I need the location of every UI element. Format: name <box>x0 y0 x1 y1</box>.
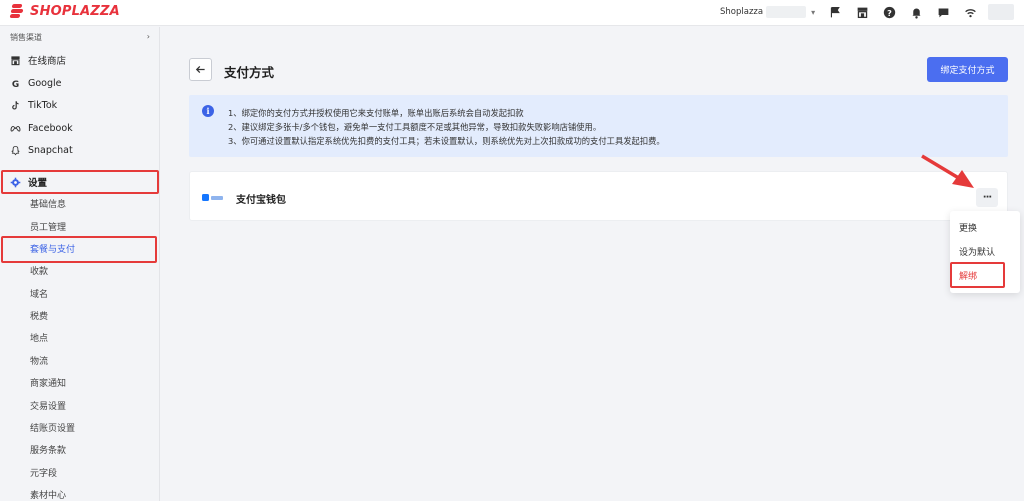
wifi-icon[interactable] <box>961 3 979 21</box>
sidebar-sub-domains[interactable]: 域名 <box>30 287 48 303</box>
sidebar-sub-taxes[interactable]: 税费 <box>30 309 48 325</box>
sidebar-sub-checkout[interactable]: 结账页设置 <box>30 421 75 437</box>
bind-payment-button[interactable]: 绑定支付方式 <box>927 57 1008 82</box>
info-line-3: 3、你可通过设置默认指定系统优先扣费的支付工具；若未设置默认，则系统优先对上次扣… <box>228 136 665 146</box>
alipay-logo-icon <box>202 193 224 202</box>
sidebar-sub-locations[interactable]: 地点 <box>30 331 48 347</box>
message-icon[interactable] <box>934 3 952 21</box>
sidebar-item-online-store[interactable]: 在线商店 <box>0 51 160 69</box>
top-bar: SHOPLAZZA Shoplazza ▾ ? <box>0 0 1024 26</box>
info-banner: i 1、绑定你的支付方式并授权使用它来支付账单，账单出账后系统会自动发起扣款 2… <box>189 95 1008 157</box>
store-icon[interactable] <box>853 3 871 21</box>
payment-method-card: 支付宝钱包 ··· <box>189 171 1008 221</box>
sidebar-sub-terms[interactable]: 服务条款 <box>30 443 66 459</box>
sidebar-item-tiktok[interactable]: TikTok <box>0 96 160 114</box>
sidebar-sub-transactions[interactable]: 交易设置 <box>30 399 66 415</box>
info-line-1: 1、绑定你的支付方式并授权使用它来支付账单，账单出账后系统会自动发起扣款 <box>228 108 524 118</box>
caret-down-icon: ▾ <box>811 7 816 17</box>
sidebar-item-label: TikTok <box>28 99 58 111</box>
more-actions-button[interactable]: ··· <box>976 188 998 207</box>
menu-item-set-default[interactable]: 设为默认 <box>959 245 995 258</box>
sidebar-sub-metafields[interactable]: 元字段 <box>30 466 57 482</box>
store-name: Shoplazza <box>720 7 764 17</box>
sidebar-item-facebook[interactable]: Facebook <box>0 119 160 137</box>
brand-name: SHOPLAZZA <box>30 3 120 19</box>
unbind-highlight-box <box>950 262 1005 288</box>
payment-method-name: 支付宝钱包 <box>236 195 286 206</box>
sidebar-sub-basic-info[interactable]: 基础信息 <box>30 197 66 213</box>
sidebar-item-google[interactable]: G Google <box>0 74 160 92</box>
page-title: 支付方式 <box>224 65 275 80</box>
google-icon: G <box>12 79 19 88</box>
sidebar: 销售渠道 › 在线商店 G Google TikTok Facebook Sna… <box>0 27 160 501</box>
flag-icon[interactable] <box>826 3 844 21</box>
back-button[interactable] <box>189 58 212 81</box>
tiktok-icon <box>12 100 19 109</box>
store-switcher[interactable]: Shoplazza ▾ <box>720 6 815 18</box>
sidebar-item-label: Facebook <box>28 122 73 134</box>
sidebar-sub-shipping[interactable]: 物流 <box>30 354 48 370</box>
sidebar-sub-notifications[interactable]: 商家通知 <box>30 376 66 392</box>
shoplazza-logo-icon <box>9 3 26 19</box>
store-name-redacted <box>766 6 807 18</box>
info-icon: i <box>202 105 214 117</box>
bell-icon[interactable] <box>907 3 925 21</box>
svg-text:G: G <box>12 79 19 88</box>
sidebar-item-label: 在线商店 <box>28 56 67 67</box>
meta-icon <box>10 125 21 132</box>
info-line-2: 2、建议绑定多张卡/多个钱包，避免单一支付工具额度不足或其他异常，导致扣款失败影… <box>228 122 602 132</box>
arrow-left-icon <box>195 65 205 74</box>
help-icon[interactable]: ? <box>880 3 898 21</box>
sidebar-item-label: Snapchat <box>28 144 73 156</box>
sidebar-item-label: Google <box>28 77 62 89</box>
sidebar-sub-staff[interactable]: 员工管理 <box>30 220 66 236</box>
sales-channels-label: 销售渠道 <box>10 33 42 42</box>
plan-billing-highlight-box <box>1 236 157 263</box>
snapchat-icon <box>11 145 20 155</box>
shoplazza-logo[interactable]: SHOPLAZZA <box>9 3 120 19</box>
sidebar-sub-payments[interactable]: 收款 <box>30 264 48 280</box>
settings-highlight-box <box>1 170 159 194</box>
sales-channels-header[interactable]: 销售渠道 › <box>10 32 150 43</box>
avatar[interactable] <box>988 4 1014 20</box>
store-icon <box>11 55 20 65</box>
menu-item-replace[interactable]: 更换 <box>959 221 977 234</box>
sidebar-item-snapchat[interactable]: Snapchat <box>0 141 160 159</box>
svg-text:?: ? <box>887 7 892 17</box>
chevron-right-icon: › <box>146 32 150 41</box>
sidebar-sub-assets[interactable]: 素材中心 <box>30 488 66 501</box>
